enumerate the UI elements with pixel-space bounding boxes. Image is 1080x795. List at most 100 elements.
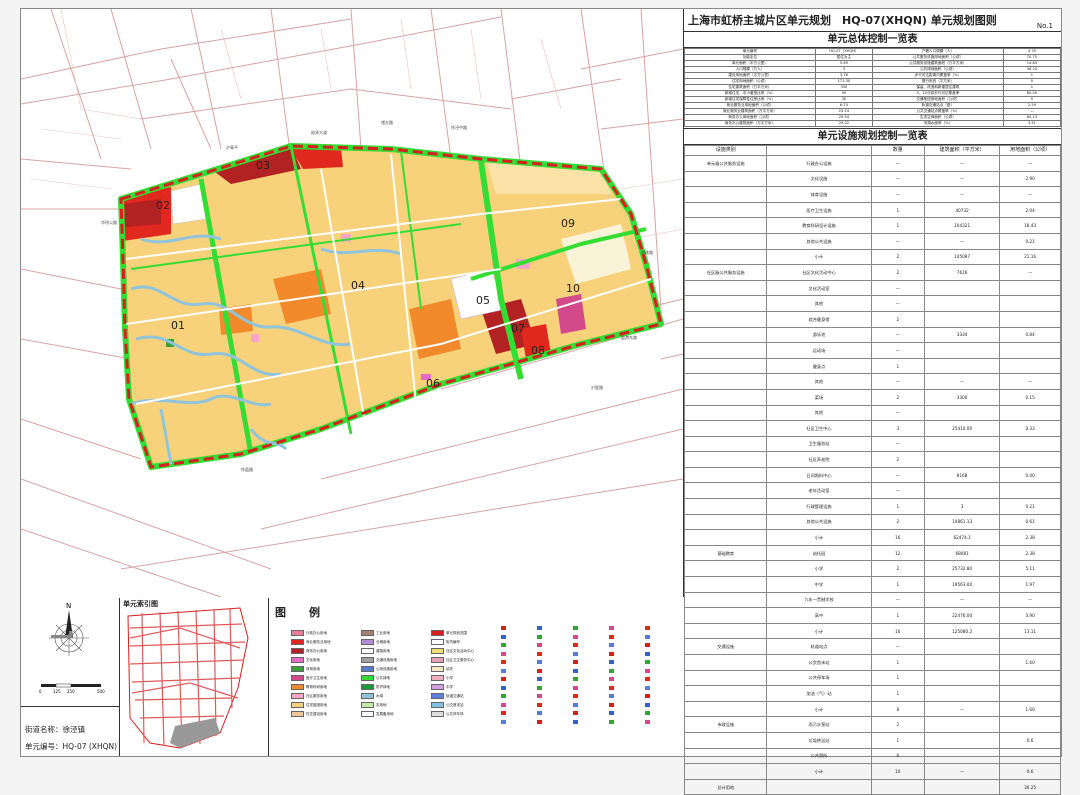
facility-cell: [683, 466, 768, 484]
legend-label: 工业用地: [376, 631, 390, 635]
district-label-07: 07: [511, 322, 525, 335]
facility-cell: 25410.00: [924, 420, 1001, 437]
facility-cell: 2: [870, 310, 926, 328]
unit-plan-map[interactable]: 01 02 03 04 05 06 07 08 09 10 沪青平 崧泽大道 诸光路 徐泾中路 华徐公路盈…: [21, 9, 684, 597]
facility-cell: —: [999, 591, 1061, 609]
legend-item: 中学: [431, 684, 453, 690]
facility-cell: 健身点: [766, 357, 872, 375]
legend-label: 文化用地: [306, 658, 320, 662]
road-label: 沪青平: [226, 144, 238, 150]
road-label: 诸光路: [381, 119, 393, 125]
facility-cell: [999, 435, 1061, 453]
facility-cell: [683, 170, 768, 188]
facility-cell: 其他: [766, 295, 872, 312]
legend-label: 医疗卫生用地: [306, 676, 327, 680]
facility-header-cell: [766, 145, 872, 156]
facility-cell: [683, 591, 768, 609]
facility-cell: 3334: [924, 326, 1001, 344]
legend: 图 例 行政办公用地 商业服务业用地 商务办公用地 文化用地 体育用地 医疗卫生用地 教育科…: [269, 598, 683, 756]
facility-cell: 游泳池: [766, 326, 872, 344]
facility-cell: 0.21: [999, 498, 1061, 515]
facility-cell: —: [924, 700, 1001, 718]
legend-swatch: [431, 648, 444, 654]
legend-item: 教育科研用地: [291, 684, 327, 690]
facility-row: 日间照料中心 —8168 0.40: [683, 466, 1061, 484]
facility-row: 综合健身馆 2: [683, 310, 1061, 328]
legend-item: 街坊编号: [431, 639, 460, 645]
facility-row: 教育科研设计设施 1 104321 18.43: [683, 217, 1061, 234]
legend-item: 公共停车场: [431, 711, 464, 717]
legend-symbol: [609, 634, 614, 639]
facility-cell: —: [870, 232, 926, 250]
legend-symbol: [573, 626, 578, 630]
facility-cell: 13.11: [999, 622, 1061, 640]
facility-cell: 0.61: [999, 513, 1061, 531]
district-label-10: 10: [566, 282, 580, 295]
facility-cell: 中学: [766, 576, 872, 593]
legend-swatch: [431, 702, 444, 708]
facility-row: 老年活动室 —: [683, 482, 1061, 500]
facility-control-title: 单元设施规划控制一览表: [684, 128, 1061, 145]
legend-label: 社区卫生服务中心: [446, 658, 474, 662]
legend-symbol: [537, 677, 542, 681]
facility-cell: [683, 669, 768, 687]
legend-symbol: [573, 702, 578, 707]
legend-item: 交通设施用地: [361, 657, 397, 663]
facility-row: 加油（气）站 1: [683, 685, 1061, 702]
unit-code-label: 单元编号：: [25, 742, 63, 751]
facility-cell: —: [924, 373, 1001, 390]
facility-row: 其他 — — —: [683, 373, 1061, 390]
facility-cell: [999, 342, 1061, 359]
legend-label: 公共停车场: [446, 712, 464, 716]
legend-symbol: [609, 719, 614, 724]
facility-cell: [999, 669, 1061, 687]
legend-label: 水域: [376, 694, 383, 698]
facility-cell: [924, 295, 1001, 312]
facility-cell: 公共停车场: [766, 669, 872, 687]
facility-cell: 社区级公共服务设施: [683, 264, 768, 281]
overall-cell: 河湖水面率（%）: [872, 120, 1004, 127]
facility-cell: [999, 638, 1061, 655]
street-name: 徐泾镇: [62, 725, 86, 734]
legend-swatch: [431, 693, 444, 699]
facility-cell: [683, 232, 768, 250]
legend-label: 住宅组团用地: [306, 703, 327, 707]
legend-item: 社区卫生服务中心: [431, 657, 474, 663]
facility-cell: [924, 638, 1001, 655]
legend-label: 公用设施用地: [376, 667, 397, 671]
facility-cell: [924, 716, 1001, 733]
facility-cell: 轨道站点: [766, 638, 872, 655]
facility-cell: [924, 731, 1001, 749]
map-canvas[interactable]: 01 02 03 04 05 06 07 08 09 10 沪青平 崧泽大道 诸光路徐泾中路华徐公路盈…: [21, 9, 683, 597]
legend-label: 街坊编号: [446, 640, 460, 644]
facility-cell: 医疗卫生设施: [766, 201, 872, 219]
svg-text:N: N: [66, 602, 71, 610]
facility-cell: 16: [870, 529, 926, 546]
legend-symbol: [645, 668, 650, 673]
facility-cell: [683, 186, 768, 203]
overall-cell: 29.02: [814, 120, 874, 127]
facility-cell: [683, 357, 768, 375]
facility-cell: 垃圾转运站: [766, 731, 872, 749]
parcel-community-a: [251, 334, 259, 342]
svg-text:500: 500: [97, 689, 105, 694]
facility-cell: 1: [870, 576, 926, 593]
facility-cell: 2: [870, 248, 926, 266]
facility-cell: 行政办公设施: [766, 155, 872, 172]
legend-item: 行政办公用地: [291, 630, 327, 636]
index-map-title: 单元索引图: [123, 600, 158, 608]
facility-cell: —: [870, 482, 926, 500]
facility-cell: [683, 435, 768, 453]
legend-swatch: [431, 666, 444, 672]
legend-symbol: [537, 685, 542, 690]
district-label-02: 02: [156, 199, 170, 212]
facility-cell: 7616: [924, 264, 1001, 281]
facility-cell: 其他: [766, 373, 872, 390]
facility-cell: 14861.13: [924, 513, 1001, 531]
legend-swatch: [431, 630, 444, 636]
facility-row: 小计 16 62474.1 2.38: [683, 529, 1061, 546]
street-label: 街道名称：: [25, 725, 63, 734]
facility-cell: [766, 778, 872, 795]
facility-cell: [924, 482, 1001, 500]
facility-row: 小计 2 145087 21.16: [683, 248, 1061, 266]
